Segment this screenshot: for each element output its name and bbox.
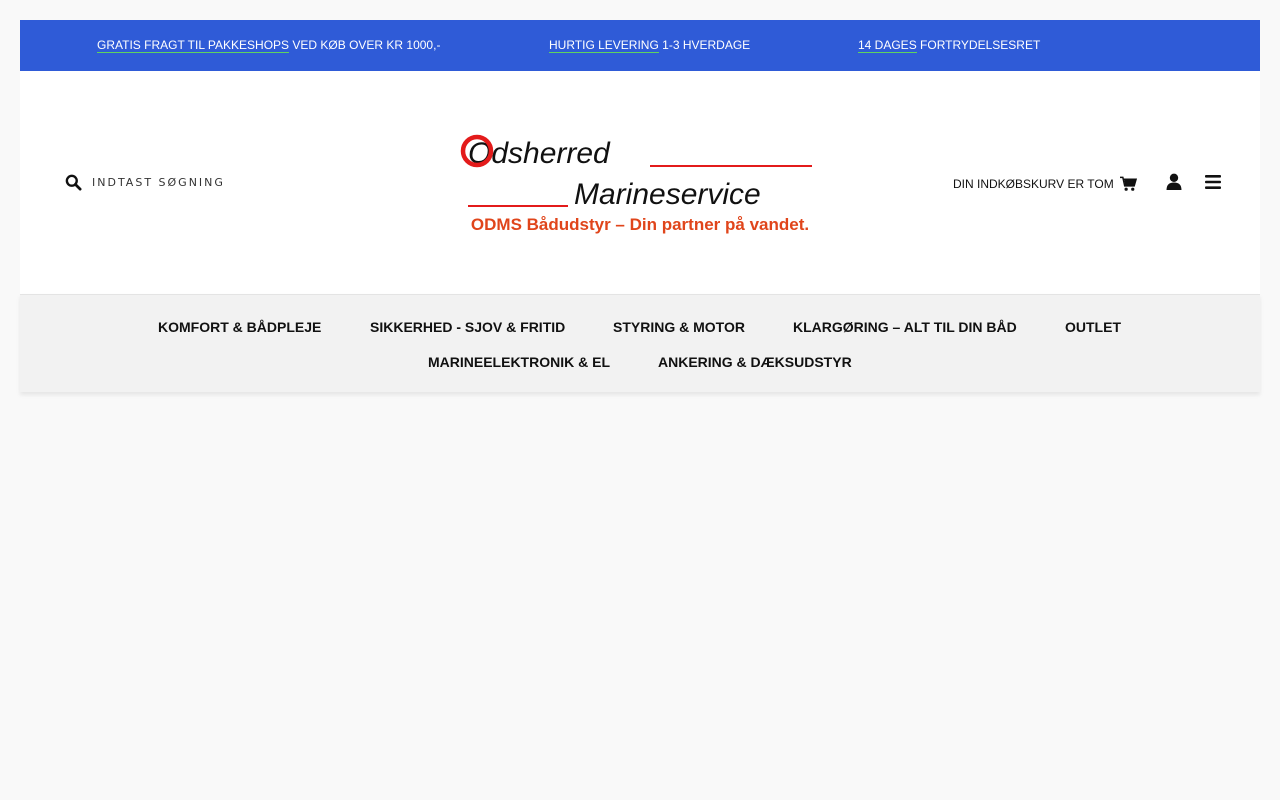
- cart-icon: [1119, 176, 1137, 191]
- nav-item-outlet[interactable]: OUTLET: [1065, 319, 1121, 335]
- nav-item-komfort[interactable]: KOMFORT & BÅDPLEJE: [158, 319, 321, 335]
- nav-item-sikkerhed[interactable]: SIKKERHED - SJOV & FRITID: [370, 319, 565, 335]
- promo-fast-delivery[interactable]: HURTIG LEVERING 1-3 HVERDAGE: [549, 38, 751, 53]
- promo-text: FORTRYDELSESRET: [916, 38, 1041, 52]
- search-box[interactable]: [65, 174, 272, 191]
- promo-text: 1-3 HVERDAGE: [658, 38, 751, 52]
- nav-item-marineelektronik[interactable]: MARINEELEKTRONIK & EL: [428, 354, 610, 370]
- logo-tagline: ODMS Bådudstyr – Din partner på vandet.: [471, 215, 809, 234]
- nav-item-styring[interactable]: STYRING & MOTOR: [613, 319, 745, 335]
- cart-label: DIN INDKØBSKURV ER TOM: [953, 177, 1114, 191]
- search-icon[interactable]: [65, 174, 82, 191]
- promo-highlight: GRATIS FRAGT TIL PAKKESHOPS: [97, 38, 290, 53]
- logo[interactable]: Odsherred Marineservice ODMS Bådudstyr –…: [450, 127, 830, 237]
- menu-icon[interactable]: [1205, 175, 1221, 189]
- user-icon[interactable]: [1166, 173, 1182, 190]
- nav-item-ankering[interactable]: ANKERING & DÆKSUDSTYR: [658, 354, 852, 370]
- promo-highlight: HURTIG LEVERING: [549, 38, 659, 53]
- site-header: Odsherred Marineservice ODMS Bådudstyr –…: [20, 71, 1260, 294]
- promo-return-policy[interactable]: 14 DAGES FORTRYDELSESRET: [858, 38, 1041, 53]
- search-input[interactable]: [92, 176, 272, 189]
- promo-text: VED KØB OVER KR 1000,-: [289, 38, 441, 52]
- cart-button[interactable]: DIN INDKØBSKURV ER TOM: [953, 176, 1137, 192]
- promo-free-shipping[interactable]: GRATIS FRAGT TIL PAKKESHOPS VED KØB OVER…: [97, 38, 441, 53]
- logo-line2: Marineservice: [574, 178, 761, 211]
- main-nav: KOMFORT & BÅDPLEJE SIKKERHED - SJOV & FR…: [20, 294, 1260, 392]
- promo-bar: GRATIS FRAGT TIL PAKKESHOPS VED KØB OVER…: [20, 20, 1260, 71]
- promo-highlight: 14 DAGES: [858, 38, 917, 53]
- nav-item-klargoring[interactable]: KLARGØRING – ALT TIL DIN BÅD: [793, 319, 1017, 335]
